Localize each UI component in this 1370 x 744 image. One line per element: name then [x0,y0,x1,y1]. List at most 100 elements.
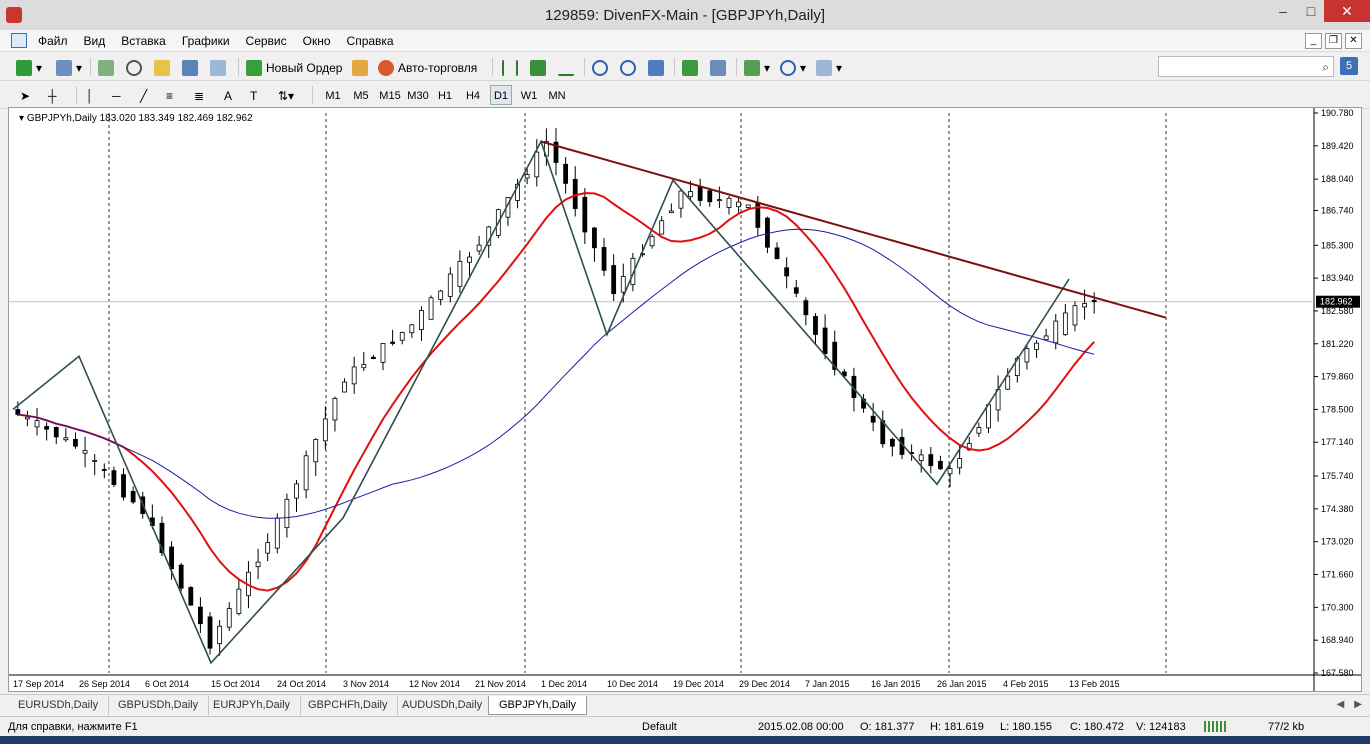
horizontal-line-tool[interactable]: ─ [112,85,121,107]
candle-body [313,439,319,463]
x-tick-label: 3 Nov 2014 [343,679,389,689]
timeframe-m5[interactable]: M5 [348,85,374,105]
tab-scroll-right-icon[interactable]: ▶ [1354,699,1362,710]
menu-help[interactable]: Справка [347,34,394,48]
chart-window[interactable]: 190.780 189.420 188.040 186.740 185.300 183.9… [8,107,1362,692]
title-bar: 129859: DivenFX-Main - [GBPJPYh,Daily] ‒… [0,0,1370,30]
auto-trading-icon [378,60,394,76]
menu-tools[interactable]: Сервис [246,34,287,48]
fibonacci-tool[interactable]: ≣ [194,85,204,107]
arrows-tool[interactable]: ⇅▾ [278,85,294,107]
vertical-line-tool[interactable]: │ [86,85,94,107]
mdi-restore-button[interactable]: ❐ [1325,33,1342,49]
y-tick-label: 181.220 [1321,339,1354,349]
timeframe-h1[interactable]: H1 [432,85,458,105]
auto-scroll-button[interactable] [682,57,698,79]
tab-eurjpyh[interactable]: EURJPYh,Daily [203,696,302,715]
bar-chart-button[interactable] [502,57,518,79]
mdi-minimize-button[interactable]: _ [1305,33,1322,49]
timeframe-h4[interactable]: H4 [460,85,486,105]
templates-button[interactable]: ▾ [816,57,842,79]
price-chart[interactable]: 190.780 189.420 188.040 186.740 185.300 183.9… [9,108,1361,691]
standard-toolbar: ▾ ▾ Новый Ордер Авто-торговля ▾ ▾ ▾ ⌕ 5 [0,53,1370,81]
close-button[interactable]: ✕ [1324,0,1370,22]
notifications-badge[interactable]: 5 [1340,57,1358,75]
maximize-button[interactable]: □ [1298,0,1324,22]
timeframe-d1[interactable]: D1 [490,85,512,105]
periods-button[interactable]: ▾ [780,57,806,79]
market-watch-button[interactable] [98,57,114,79]
tab-gbpchfh[interactable]: GBPCHFh,Daily [298,696,399,715]
chart-symbol-label: ▾ GBPJPYh,Daily 183.020 183.349 182.469 … [19,113,253,124]
terminal-button[interactable] [182,57,198,79]
tab-eurusdh[interactable]: EURUSDh,Daily [8,696,110,715]
candle-body [63,437,69,441]
menu-charts[interactable]: Графики [182,34,230,48]
indicators-button[interactable]: ▾ [744,57,770,79]
profiles-button[interactable]: ▾ [56,57,82,79]
tab-audusdh[interactable]: AUDUSDh,Daily [392,696,494,715]
x-tick-label: 7 Jan 2015 [805,679,850,689]
candle-body [370,356,376,360]
search-icon[interactable]: ⌕ [1322,60,1329,75]
candle-body [678,190,684,209]
zoom-out-button[interactable] [620,57,636,79]
auto-trading-button[interactable]: Авто-торговля [378,57,477,79]
metaeditor-button[interactable] [352,57,368,79]
line-chart-icon [558,60,574,76]
tester-button[interactable] [210,57,226,79]
slow-moving-average [17,228,1095,519]
zoom-in-button[interactable] [592,57,608,79]
document-icon[interactable] [11,33,27,48]
timeframe-mn[interactable]: MN [544,85,570,105]
menu-view[interactable]: Вид [84,34,106,48]
candle-body [793,287,799,294]
new-chart-button[interactable]: ▾ [16,57,42,79]
chart-shift-button[interactable] [710,57,726,79]
candle-body [1043,335,1049,341]
crosshair-tool[interactable]: ┼ [48,85,57,107]
y-tick-label: 168.940 [1321,635,1354,645]
timeframe-m15[interactable]: M15 [376,85,404,105]
candle-body [774,247,780,260]
candle-body [659,220,665,235]
candle-body [438,290,444,300]
candle-chart-button[interactable] [530,57,546,79]
minimize-button[interactable]: ‒ [1268,0,1298,22]
menu-file[interactable]: Файл [38,34,68,48]
candle-body [419,310,424,330]
navigator-button[interactable] [154,57,170,79]
timeframe-m1[interactable]: M1 [320,85,346,105]
menu-insert[interactable]: Вставка [121,34,166,48]
candle-body [582,196,588,233]
search-input[interactable]: ⌕ [1158,56,1334,77]
zoom-out-icon [620,60,636,76]
candle-body [73,439,78,447]
timeframe-m30[interactable]: M30 [404,85,432,105]
candle-body [928,454,934,467]
text-tool[interactable]: A [224,85,232,107]
mdi-close-button[interactable]: ✕ [1345,33,1362,49]
cursor-tool[interactable]: ➤ [20,85,30,107]
data-window-button[interactable] [126,57,142,79]
candlestick-icon [530,60,546,76]
tab-gbpjpyh[interactable]: GBPJPYh,Daily [488,696,588,715]
x-tick-label: 13 Feb 2015 [1069,679,1120,689]
trendline-tool[interactable]: ╱ [140,85,147,107]
menu-window[interactable]: Окно [303,34,331,48]
tab-scroll-left-icon[interactable]: ◀ [1337,699,1345,710]
text-label-tool[interactable]: T [250,85,257,107]
status-traffic: 77/2 kb [1268,721,1305,733]
candle-body [918,454,924,461]
tab-gbpusdh[interactable]: GBPUSDh,Daily [108,696,210,715]
new-order-button[interactable]: Новый Ордер [246,57,342,79]
candle-body [1082,303,1087,308]
candle-body [592,227,597,249]
line-chart-button[interactable] [558,57,574,79]
candle-body [716,199,722,202]
tile-windows-button[interactable] [648,57,664,79]
timeframe-w1[interactable]: W1 [516,85,542,105]
status-profile: Default [642,721,677,733]
equidistant-channel-tool[interactable]: ≡ [166,85,173,107]
status-volume: V: 124183 [1136,721,1186,733]
